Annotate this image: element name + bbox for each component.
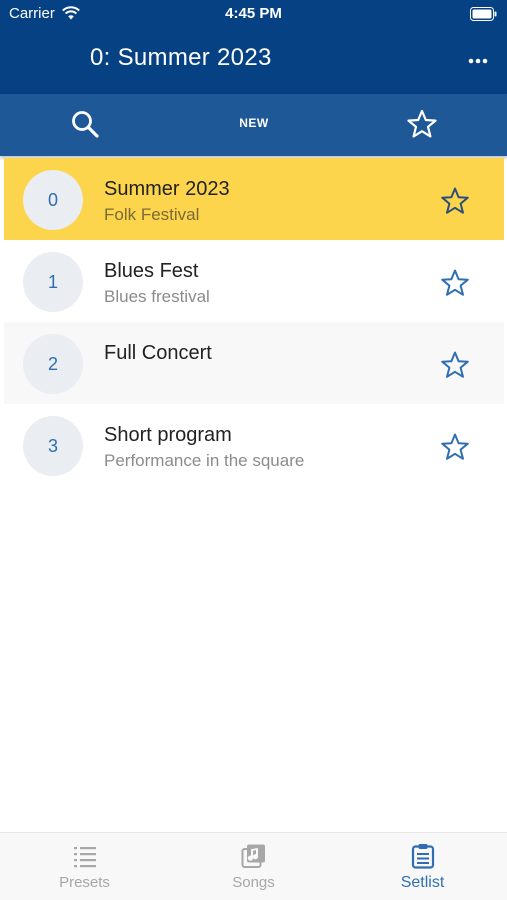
setlist-number-badge: 1 bbox=[23, 252, 83, 312]
setlist-list: 0 Summer 2023 Folk Festival 1 Blues Fest… bbox=[4, 158, 504, 486]
search-icon[interactable] bbox=[70, 109, 100, 139]
setlist-row[interactable]: 3 Short program Performance in the squar… bbox=[4, 404, 504, 486]
setlist-title: Full Concert bbox=[104, 342, 212, 364]
list-icon bbox=[74, 847, 96, 868]
tab-label: Presets bbox=[59, 874, 110, 891]
setlist-subtitle: Performance in the square bbox=[104, 451, 305, 470]
favorite-star-icon[interactable] bbox=[440, 350, 470, 380]
setlist-subtitle: Blues frestival bbox=[104, 287, 210, 306]
setlist-title: Blues Fest bbox=[104, 260, 199, 282]
setlist-subtitle: Folk Festival bbox=[104, 205, 200, 224]
setlist-number-badge: 0 bbox=[23, 170, 83, 230]
status-bar: Carrier 4:45 PM bbox=[0, 0, 507, 28]
setlist-row[interactable]: 2 Full Concert bbox=[4, 322, 504, 404]
tab-label: Songs bbox=[232, 874, 275, 891]
setlist-row[interactable]: 1 Blues Fest Blues frestival bbox=[4, 240, 504, 322]
tab-setlist[interactable]: Setlist bbox=[338, 833, 507, 900]
tab-songs[interactable]: Songs bbox=[169, 833, 338, 900]
clipboard-icon bbox=[411, 844, 435, 869]
toolbar: NEW bbox=[0, 94, 507, 156]
setlist-title: Summer 2023 bbox=[104, 178, 230, 200]
page-title: 0: Summer 2023 bbox=[90, 44, 272, 71]
tab-bar: Presets Songs Setlist bbox=[0, 832, 507, 900]
tab-label: Setlist bbox=[400, 874, 445, 891]
more-horizontal-icon[interactable] bbox=[467, 50, 489, 72]
favorite-star-icon[interactable] bbox=[440, 432, 470, 462]
battery-icon bbox=[470, 7, 497, 21]
favorite-star-icon[interactable] bbox=[440, 268, 470, 298]
setlist-number-badge: 2 bbox=[23, 334, 83, 394]
favorite-star-icon[interactable] bbox=[440, 186, 470, 216]
new-setlist-button[interactable]: NEW bbox=[232, 116, 276, 130]
music-library-icon bbox=[241, 844, 265, 868]
star-icon[interactable] bbox=[406, 108, 438, 140]
setlist-number-badge: 3 bbox=[23, 416, 83, 476]
setlist-title: Short program bbox=[104, 424, 232, 446]
navigation-bar: 0: Summer 2023 bbox=[0, 28, 507, 94]
setlist-row[interactable]: 0 Summer 2023 Folk Festival bbox=[4, 158, 504, 240]
tab-presets[interactable]: Presets bbox=[0, 833, 169, 900]
clock-label: 4:45 PM bbox=[225, 5, 282, 22]
